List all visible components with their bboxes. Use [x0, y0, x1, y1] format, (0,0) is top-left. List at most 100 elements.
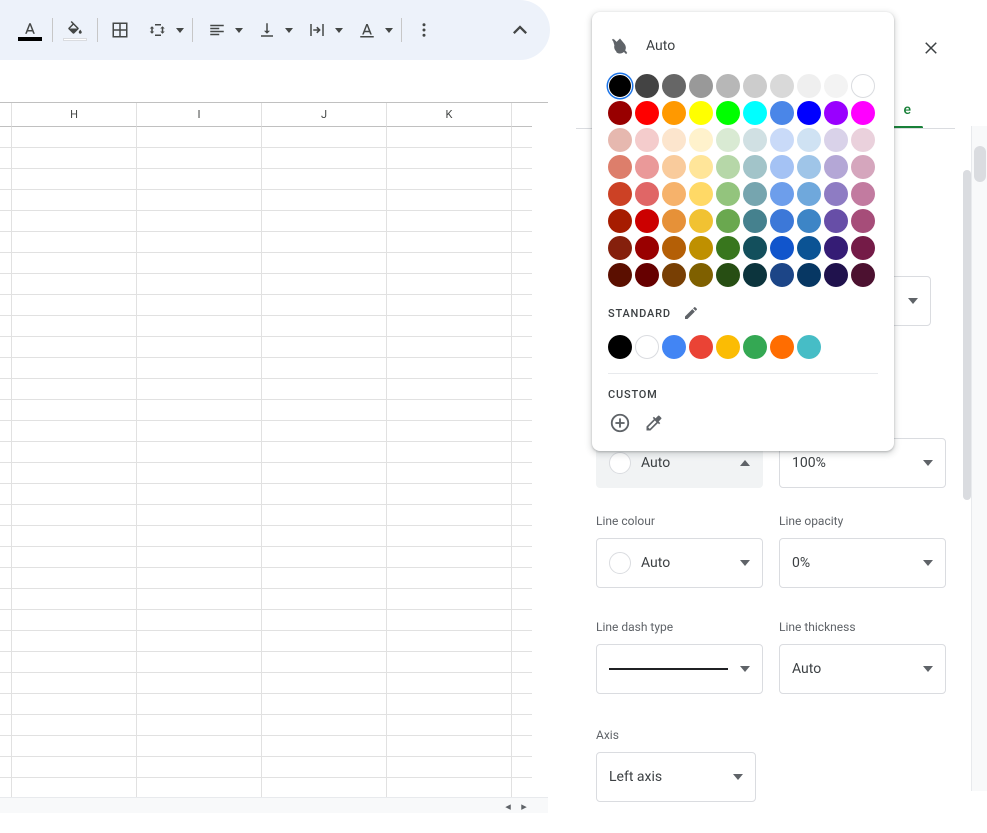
color-swatch[interactable] — [743, 335, 767, 359]
cell[interactable] — [0, 274, 12, 295]
cell[interactable] — [12, 337, 137, 358]
color-swatch[interactable] — [716, 335, 740, 359]
collapse-toolbar-button[interactable] — [504, 15, 536, 45]
cell[interactable] — [12, 442, 137, 463]
grid-row[interactable] — [0, 232, 548, 253]
cell[interactable] — [137, 589, 262, 610]
cell[interactable] — [387, 484, 512, 505]
cell[interactable] — [387, 610, 512, 631]
grid-row[interactable] — [0, 505, 548, 526]
cell[interactable] — [262, 421, 387, 442]
cell[interactable] — [0, 736, 12, 757]
color-swatch[interactable] — [689, 236, 713, 260]
color-swatch[interactable] — [662, 101, 686, 125]
cell[interactable] — [0, 169, 12, 190]
cell[interactable] — [512, 736, 532, 757]
grid-row[interactable] — [0, 253, 548, 274]
cell[interactable] — [262, 358, 387, 379]
cell[interactable] — [387, 463, 512, 484]
eyedropper-button[interactable] — [642, 411, 666, 435]
color-swatch[interactable] — [743, 128, 767, 152]
cell[interactable] — [137, 526, 262, 547]
cell[interactable] — [12, 673, 137, 694]
cell[interactable] — [137, 127, 262, 148]
color-swatch[interactable] — [743, 182, 767, 206]
cell[interactable] — [512, 442, 532, 463]
cell[interactable] — [262, 463, 387, 484]
cell[interactable] — [262, 673, 387, 694]
cell[interactable] — [262, 526, 387, 547]
cell[interactable] — [387, 442, 512, 463]
color-swatch[interactable] — [743, 263, 767, 287]
color-swatch[interactable] — [635, 335, 659, 359]
cell[interactable] — [512, 379, 532, 400]
cell[interactable] — [137, 484, 262, 505]
color-swatch[interactable] — [797, 335, 821, 359]
color-swatch[interactable] — [770, 263, 794, 287]
cell[interactable] — [387, 358, 512, 379]
grid-row[interactable] — [0, 589, 548, 610]
cell[interactable] — [262, 316, 387, 337]
cell[interactable] — [12, 715, 137, 736]
cell[interactable] — [137, 190, 262, 211]
cell[interactable] — [137, 547, 262, 568]
cell[interactable] — [137, 610, 262, 631]
color-swatch[interactable] — [770, 209, 794, 233]
color-swatch[interactable] — [635, 209, 659, 233]
color-swatch[interactable] — [797, 182, 821, 206]
cell[interactable] — [512, 715, 532, 736]
cell[interactable] — [12, 169, 137, 190]
cell[interactable] — [512, 631, 532, 652]
cell[interactable] — [387, 778, 512, 799]
grid-row[interactable] — [0, 400, 548, 421]
cell[interactable] — [262, 631, 387, 652]
cell[interactable] — [12, 295, 137, 316]
cell[interactable] — [262, 337, 387, 358]
cell[interactable] — [137, 757, 262, 778]
color-swatch[interactable] — [851, 209, 875, 233]
color-swatch[interactable] — [824, 236, 848, 260]
cell[interactable] — [387, 379, 512, 400]
cell[interactable] — [0, 421, 12, 442]
cell[interactable] — [512, 295, 532, 316]
cell[interactable] — [137, 358, 262, 379]
cell[interactable] — [512, 463, 532, 484]
cell[interactable] — [387, 400, 512, 421]
cell[interactable] — [137, 442, 262, 463]
color-swatch[interactable] — [608, 74, 632, 98]
color-swatch[interactable] — [824, 74, 848, 98]
grid-row[interactable] — [0, 379, 548, 400]
cell[interactable] — [387, 694, 512, 715]
cell[interactable] — [387, 274, 512, 295]
color-swatch[interactable] — [635, 128, 659, 152]
cell[interactable] — [137, 421, 262, 442]
grid-row[interactable] — [0, 694, 548, 715]
cell[interactable] — [0, 484, 12, 505]
grid-row[interactable] — [0, 631, 548, 652]
cell[interactable] — [387, 631, 512, 652]
cell[interactable] — [512, 589, 532, 610]
cell[interactable] — [12, 694, 137, 715]
borders-button[interactable] — [104, 15, 136, 45]
color-swatch[interactable] — [770, 182, 794, 206]
cell[interactable] — [12, 652, 137, 673]
cell[interactable] — [137, 652, 262, 673]
vertical-scrollbar[interactable] — [971, 126, 987, 791]
cell[interactable] — [262, 715, 387, 736]
cell[interactable] — [0, 568, 12, 589]
color-swatch[interactable] — [689, 182, 713, 206]
grid-row[interactable] — [0, 673, 548, 694]
color-swatch[interactable] — [635, 236, 659, 260]
cell[interactable] — [137, 736, 262, 757]
grid-row[interactable] — [0, 148, 548, 169]
cell[interactable] — [12, 148, 137, 169]
cell[interactable] — [512, 610, 532, 631]
cell[interactable] — [262, 190, 387, 211]
grid-row[interactable] — [0, 442, 548, 463]
cell[interactable] — [387, 526, 512, 547]
color-swatch[interactable] — [851, 236, 875, 260]
line-opacity-select[interactable]: 0% — [779, 538, 946, 588]
color-swatch[interactable] — [851, 182, 875, 206]
color-swatch[interactable] — [716, 263, 740, 287]
color-swatch[interactable] — [851, 155, 875, 179]
